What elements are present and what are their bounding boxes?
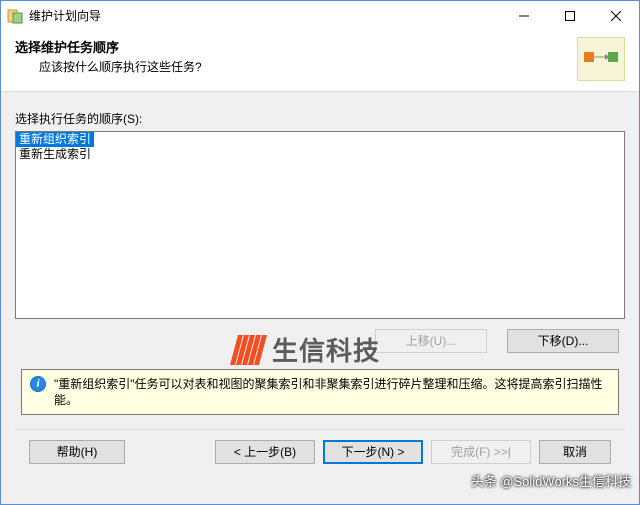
info-icon: i — [30, 376, 46, 392]
window-title: 维护计划向导 — [29, 7, 501, 24]
task-order-listbox[interactable]: 重新组织索引 重新生成索引 — [15, 131, 625, 319]
info-panel: i "重新组织索引"任务可以对表和视图的聚集索引和非聚集索引进行碎片整理和压缩。… — [21, 369, 619, 415]
minimize-button[interactable] — [501, 1, 547, 31]
wizard-body: 选择执行任务的顺序(S): 重新组织索引 重新生成索引 上移(U)... 下移(… — [1, 92, 639, 504]
page-title: 选择维护任务顺序 — [15, 37, 569, 56]
list-item[interactable]: 重新组织索引 — [16, 132, 94, 147]
page-subtitle: 应该按什么顺序执行这些任务? — [15, 58, 569, 75]
move-up-button: 上移(U)... — [375, 329, 487, 353]
wizard-header: 选择维护任务顺序 应该按什么顺序执行这些任务? — [1, 31, 639, 92]
move-down-button[interactable]: 下移(D)... — [507, 329, 619, 353]
maximize-button[interactable] — [547, 1, 593, 31]
list-item[interactable]: 重新生成索引 — [16, 147, 94, 161]
info-text: "重新组织索引"任务可以对表和视图的聚集索引和非聚集索引进行碎片整理和压缩。这将… — [54, 376, 610, 408]
window-controls — [501, 1, 639, 31]
help-button[interactable]: 帮助(H) — [29, 440, 125, 464]
app-icon — [7, 8, 23, 24]
wizard-dialog: 维护计划向导 选择维护任务顺序 应该按什么顺序执行这些任务? — [0, 0, 640, 505]
wizard-footer: 帮助(H) < 上一步(B) 下一步(N) > 完成(F) >>| 取消 — [15, 429, 625, 474]
back-button[interactable]: < 上一步(B) — [215, 440, 315, 464]
titlebar: 维护计划向导 — [1, 1, 639, 31]
wizard-icon — [577, 37, 625, 81]
next-button[interactable]: 下一步(N) > — [323, 440, 423, 464]
list-label: 选择执行任务的顺序(S): — [15, 110, 625, 127]
close-button[interactable] — [593, 1, 639, 31]
finish-button: 完成(F) >>| — [431, 440, 531, 464]
cancel-button[interactable]: 取消 — [539, 440, 611, 464]
reorder-buttons: 上移(U)... 下移(D)... — [15, 329, 625, 353]
